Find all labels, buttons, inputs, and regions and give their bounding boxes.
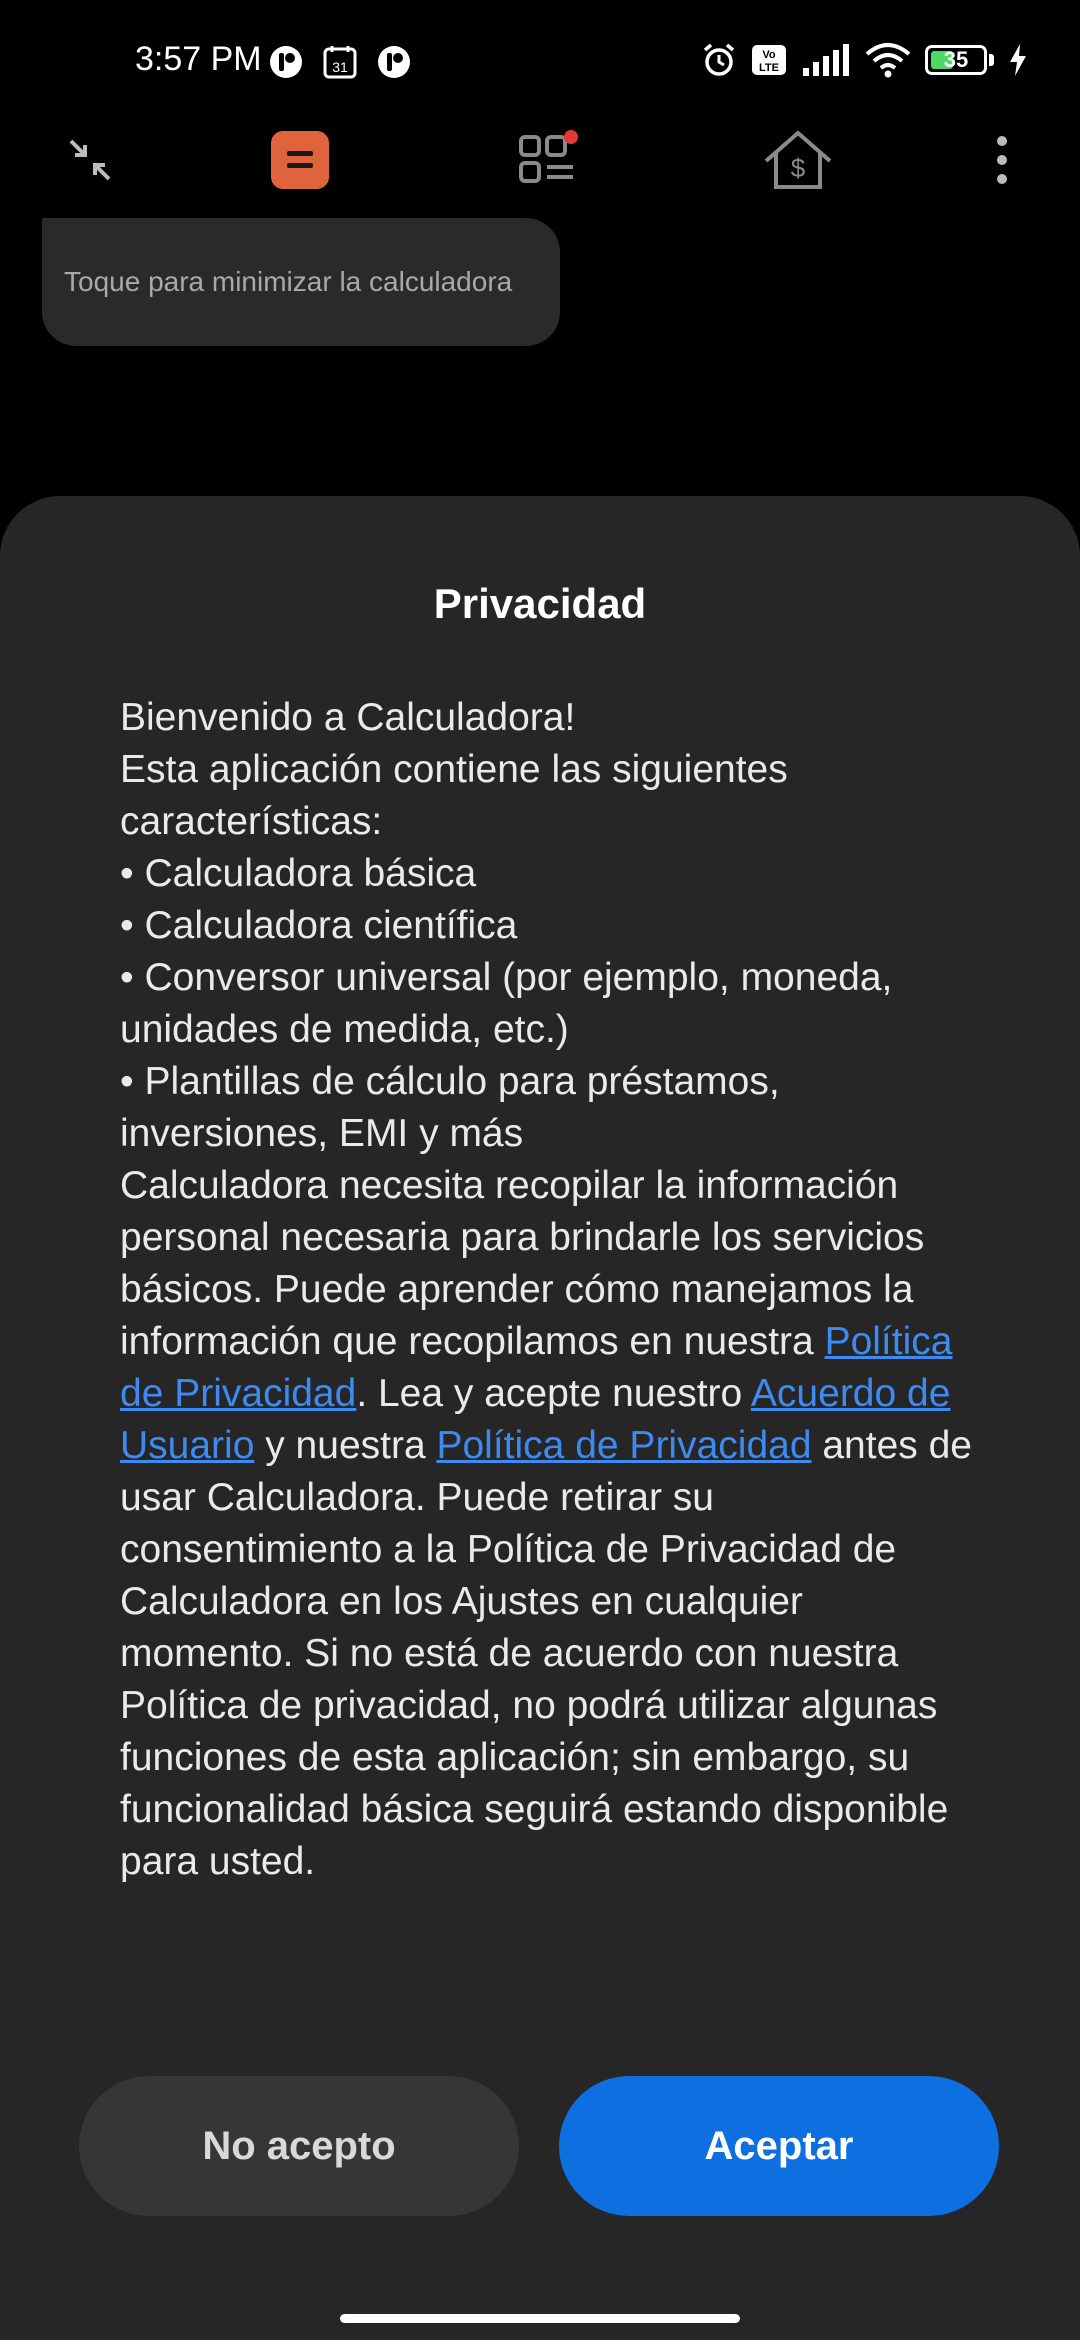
- alarm-icon: [703, 43, 735, 76]
- charging-bolt-icon: [1010, 44, 1026, 76]
- dialog-title: Privacidad: [433, 580, 647, 627]
- minimize-arrows-icon: [69, 139, 111, 181]
- more-vertical-icon: [997, 136, 1007, 184]
- feature-item: • Calculadora científica: [120, 904, 518, 947]
- wifi-icon: [865, 43, 911, 78]
- dialog-body: Bienvenido a Calculadora! Esta aplicació…: [120, 692, 980, 1888]
- status-system-icons: Vo LTE 35: [701, 42, 1028, 78]
- app-notification-icon-2: [378, 46, 410, 78]
- privacy-policy-link-2[interactable]: Política de Privacidad: [436, 1424, 811, 1467]
- app-notification-icon: [270, 46, 302, 78]
- feature-item: • Calculadora básica: [120, 852, 477, 895]
- accept-button[interactable]: Aceptar: [559, 2076, 999, 2216]
- signal-strength-icon: [803, 44, 849, 76]
- status-notification-icons: 31: [268, 44, 412, 80]
- finance-button[interactable]: $: [758, 120, 838, 200]
- svg-text:31: 31: [332, 59, 348, 75]
- svg-text:LTE: LTE: [759, 62, 779, 74]
- features-intro: Esta aplicación contiene las siguientes …: [120, 748, 788, 843]
- notification-dot: [564, 130, 578, 144]
- grid-list-icon: [519, 130, 578, 183]
- minimize-button[interactable]: [50, 120, 130, 200]
- home-indicator[interactable]: [340, 2314, 740, 2323]
- feature-item: • Conversor universal (por ejemplo, mone…: [120, 956, 893, 1051]
- svg-text:Vo: Vo: [762, 49, 776, 61]
- feature-item: • Plantillas de cálculo para préstamos, …: [120, 1060, 780, 1155]
- volte-icon: Vo LTE: [752, 45, 786, 75]
- welcome-text: Bienvenido a Calculadora!: [120, 696, 576, 739]
- consent-paragraph: Calculadora necesita recopilar la inform…: [120, 1160, 980, 1888]
- status-bar: 3:57 PM 31 Vo LTE 35: [0, 0, 1080, 120]
- house-dollar-icon: $: [764, 131, 832, 189]
- consent-text: Calculadora necesita recopilar la inform…: [120, 1164, 925, 1363]
- more-options-button[interactable]: [962, 120, 1042, 200]
- calculator-icon: [271, 131, 329, 189]
- calendar-icon: 31: [323, 46, 357, 79]
- tools-button[interactable]: [508, 120, 588, 200]
- tooltip-text: Toque para minimizar la calculadora: [64, 266, 513, 297]
- consent-text: y nuestra: [254, 1424, 437, 1467]
- battery-level: 35: [943, 47, 969, 72]
- minimize-tooltip: Toque para minimizar la calculadora: [42, 218, 560, 346]
- privacy-dialog: Privacidad Bienvenido a Calculadora! Est…: [0, 496, 1080, 2340]
- calculator-toolbar: $: [0, 120, 1080, 200]
- consent-text: . Lea y acepte nuestro: [356, 1372, 751, 1415]
- battery-indicator: 35: [925, 45, 994, 75]
- consent-text: antes de usar Calculadora. Puede retirar…: [120, 1424, 972, 1883]
- status-time: 3:57 PM: [135, 40, 262, 78]
- svg-text:$: $: [791, 153, 806, 183]
- battery-icon: 35: [925, 45, 987, 75]
- decline-button[interactable]: No acepto: [79, 2076, 519, 2216]
- calculator-mode-button[interactable]: [260, 120, 340, 200]
